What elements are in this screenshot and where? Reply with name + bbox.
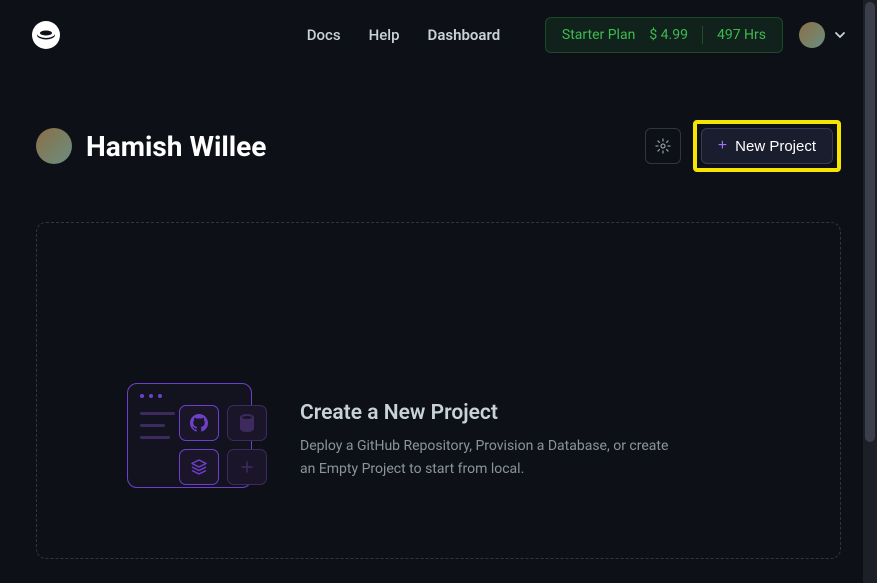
database-icon	[227, 405, 267, 441]
nav-help[interactable]: Help	[369, 26, 400, 44]
header-right: Starter Plan $ 4.99 497 Hrs	[545, 17, 847, 53]
empty-state-description: Deploy a GitHub Repository, Provision a …	[300, 435, 680, 480]
highlight-annotation: + New Project	[693, 120, 841, 172]
plan-box[interactable]: Starter Plan $ 4.99 497 Hrs	[545, 17, 783, 53]
logo-icon	[32, 21, 60, 49]
nav-center: Docs Help Dashboard	[307, 26, 500, 44]
empty-text: Create a New Project Deploy a GitHub Rep…	[300, 401, 750, 480]
new-project-button[interactable]: + New Project	[701, 128, 833, 164]
user-menu[interactable]	[799, 22, 847, 48]
header: Docs Help Dashboard Starter Plan $ 4.99 …	[0, 0, 877, 70]
github-icon	[179, 405, 219, 441]
nav-dashboard[interactable]: Dashboard	[428, 26, 501, 44]
logo[interactable]	[30, 19, 62, 51]
scrollbar-thumb[interactable]	[865, 2, 875, 442]
plus-tile-icon	[227, 449, 267, 485]
scrollbar[interactable]	[863, 0, 877, 583]
user-avatar	[36, 128, 72, 164]
main: Hamish Willee + New Project	[0, 70, 877, 559]
plus-icon: +	[718, 137, 727, 155]
page-actions: + New Project	[645, 120, 841, 172]
gear-icon	[655, 138, 671, 154]
page-title: Hamish Willee	[86, 130, 266, 163]
chevron-down-icon	[833, 28, 847, 42]
page-title-wrap: Hamish Willee	[36, 128, 266, 164]
settings-button[interactable]	[645, 128, 681, 164]
plan-price: $ 4.99	[649, 27, 688, 43]
plan-divider	[702, 26, 703, 44]
plan-name: Starter Plan	[562, 27, 635, 43]
nav-docs[interactable]: Docs	[307, 26, 341, 44]
plan-hours: 497 Hrs	[717, 27, 766, 43]
empty-state: Create a New Project Deploy a GitHub Rep…	[36, 222, 841, 559]
layers-icon	[179, 449, 219, 485]
new-project-label: New Project	[735, 138, 816, 155]
illustration	[127, 383, 262, 498]
avatar	[799, 22, 825, 48]
empty-state-title: Create a New Project	[300, 401, 750, 425]
page-header: Hamish Willee + New Project	[36, 120, 841, 172]
